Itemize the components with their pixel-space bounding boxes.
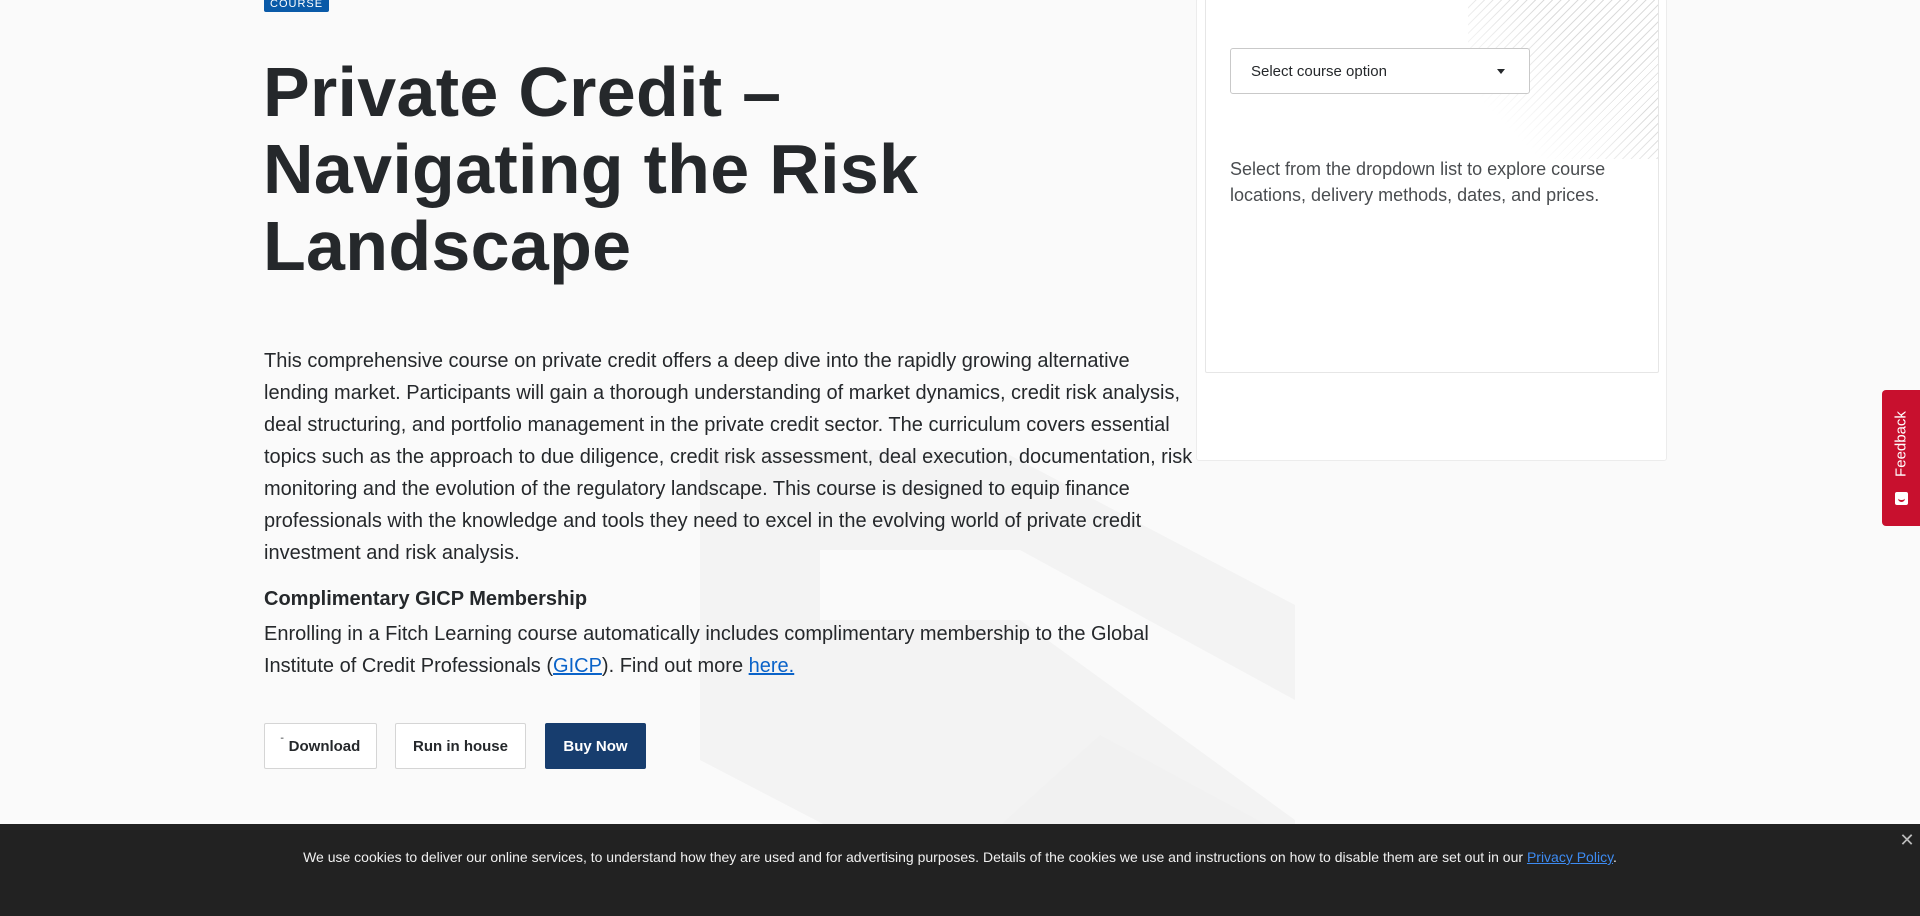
feedback-tab[interactable]: Feedback xyxy=(1882,390,1920,526)
here-link[interactable]: here. xyxy=(749,655,795,677)
gicp-heading: Complimentary GICP Membership xyxy=(264,588,588,610)
cookie-suffix: . xyxy=(1613,849,1617,865)
close-icon[interactable]: ✕ xyxy=(1897,830,1917,850)
chevron-down-icon xyxy=(1497,69,1505,74)
feedback-label: Feedback xyxy=(1892,411,1910,477)
feedback-smile-icon xyxy=(1895,492,1908,505)
course-option-select[interactable]: Select course option xyxy=(1230,48,1530,94)
download-icon: ˉ xyxy=(280,736,284,746)
gicp-text-middle: ). Find out more xyxy=(601,655,749,677)
gicp-link[interactable]: GICP xyxy=(553,655,602,677)
cookie-banner: We use cookies to deliver our online ser… xyxy=(0,824,1920,916)
run-in-house-button[interactable]: Run in house xyxy=(395,723,526,769)
course-option-help-text: Select from the dropdown list to explore… xyxy=(1230,159,1606,205)
privacy-policy-link[interactable]: Privacy Policy xyxy=(1527,849,1613,865)
select-label: Select course option xyxy=(1251,62,1387,80)
buy-now-button[interactable]: Buy Now xyxy=(545,723,646,769)
course-badge: Course xyxy=(264,0,330,12)
cookie-message: We use cookies to deliver our online ser… xyxy=(0,849,1920,865)
page-title: Private Credit – Navigating the Risk Lan… xyxy=(263,53,919,285)
cookie-text: We use cookies to deliver our online ser… xyxy=(303,849,1527,865)
course-description: This comprehensive course on private cre… xyxy=(264,350,1193,564)
download-button[interactable]: ˉ Download xyxy=(264,723,377,769)
download-label: Download xyxy=(288,737,361,755)
gicp-paragraph: Enrolling in a Fitch Learning course aut… xyxy=(264,618,1194,682)
